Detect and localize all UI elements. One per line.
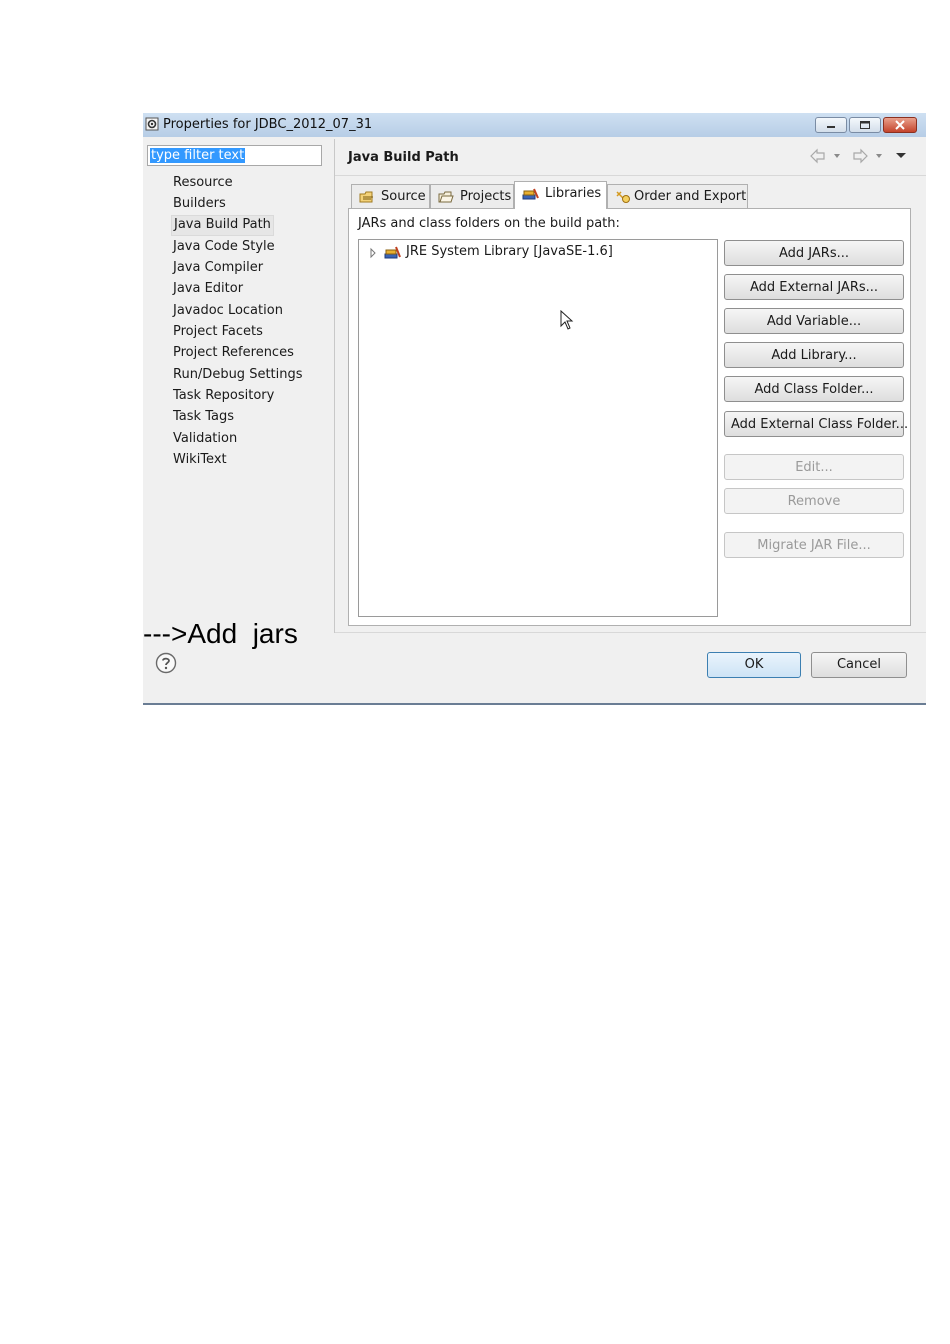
edit-button[interactable]: Edit... [724,454,904,480]
build-path-tree[interactable]: JRE System Library [JavaSE-1.6] [358,239,718,617]
nav-item-java-editor[interactable]: Java Editor [171,279,245,298]
nav-item-wikitext[interactable]: WikiText [171,450,229,469]
source-folder-icon [359,191,373,203]
forward-arrow-icon[interactable] [853,148,882,164]
back-arrow-icon[interactable] [810,148,840,164]
tree-row-icons [370,246,401,259]
header-separator [335,175,926,176]
minimize-icon [827,126,835,128]
add-external-class-folder-button[interactable]: Add External Class Folder... [724,411,908,437]
projects-folder-icon [438,191,454,203]
minimize-button[interactable] [815,117,847,133]
nav-item-project-facets[interactable]: Project Facets [171,322,265,341]
nav-item-java-code-style[interactable]: Java Code Style [171,237,277,256]
tab-label: Order and Export [634,189,747,204]
maximize-icon [860,121,870,129]
maximize-button[interactable] [849,117,881,133]
view-menu-icon[interactable] [896,153,906,158]
nav-item-javadoc-location[interactable]: Javadoc Location [171,301,285,320]
order-export-icon [616,191,630,203]
nav-item-task-repository[interactable]: Task Repository [171,386,276,405]
add-variable-button[interactable]: Add Variable... [724,308,904,334]
libraries-icon [522,188,539,200]
sash-divider[interactable] [334,139,335,633]
footer-separator [335,632,926,633]
nav-item-java-compiler[interactable]: Java Compiler [171,258,265,277]
nav-item-run-debug-settings[interactable]: Run/Debug Settings [171,365,305,384]
libraries-description: JARs and class folders on the build path… [358,216,620,231]
page-navigation [810,148,906,164]
tab-label: Source [381,189,426,204]
nav-item-task-tags[interactable]: Task Tags [171,407,236,426]
page-title: Java Build Path [348,150,459,165]
ok-button[interactable]: OK [707,652,801,678]
nav-item-java-build-path[interactable]: Java Build Path [171,215,274,236]
close-button[interactable] [883,117,917,133]
mouse-cursor-icon [560,310,574,330]
title-bar[interactable]: Properties for JDBC_2012_07_31 [143,113,926,137]
tab-label: Libraries [545,186,602,201]
nav-item-project-references[interactable]: Project References [171,343,296,362]
close-icon [895,120,905,130]
migrate-jar-file-button[interactable]: Migrate JAR File... [724,532,904,558]
tab-projects[interactable]: Projects [430,184,514,208]
cancel-button[interactable]: Cancel [811,652,907,678]
properties-icon [145,117,159,131]
filter-input[interactable]: type filter text [147,145,322,166]
tab-label: Projects [460,189,512,204]
remove-button[interactable]: Remove [724,488,904,514]
tree-item-label: JRE System Library [JavaSE-1.6] [406,244,613,259]
help-icon[interactable] [155,652,177,674]
tab-source[interactable]: Source [351,184,430,208]
filter-text: type filter text [150,148,246,163]
annotation-text: --->Add jars [143,618,298,649]
tab-libraries[interactable]: Libraries [514,181,607,209]
add-class-folder-button[interactable]: Add Class Folder... [724,376,904,402]
add-external-jars-button[interactable]: Add External JARs... [724,274,904,300]
tab-order-and-export[interactable]: Order and Export [607,184,748,208]
window-title: Properties for JDBC_2012_07_31 [163,117,373,132]
add-jars-button[interactable]: Add JARs... [724,240,904,266]
nav-item-builders[interactable]: Builders [171,194,228,213]
library-icon [384,246,401,259]
add-library-button[interactable]: Add Library... [724,342,904,368]
nav-item-resource[interactable]: Resource [171,173,235,192]
nav-item-validation[interactable]: Validation [171,429,239,448]
expand-arrow-icon[interactable] [370,247,376,259]
